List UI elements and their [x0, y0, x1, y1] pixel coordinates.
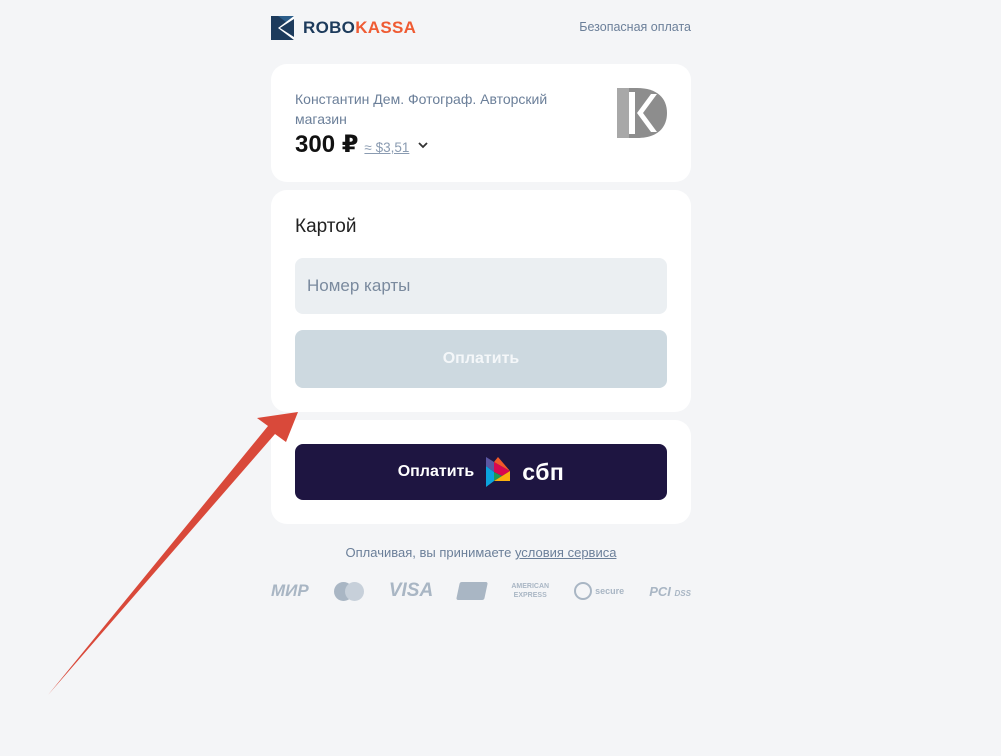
- unionpay-icon: [456, 582, 489, 600]
- robokassa-logo[interactable]: ROBOKASSA: [271, 16, 416, 40]
- pci-dss-logo: PCI DSS: [649, 583, 691, 599]
- terms-text: Оплачивая, вы принимаете условия сервиса: [271, 545, 691, 560]
- robokassa-mark-icon: [271, 16, 294, 40]
- header: ROBOKASSA Безопасная оплата: [271, 14, 691, 42]
- robokassa-wordmark: ROBOKASSA: [303, 18, 417, 37]
- chevron-down-icon[interactable]: [417, 139, 429, 151]
- merchant-name: Константин Дем. Фотограф. Авторский мага…: [295, 91, 548, 127]
- sbp-brand-text: сбп: [522, 458, 565, 485]
- amount: 300 ₽: [295, 131, 359, 158]
- visa-logo: VISA: [388, 580, 434, 601]
- sbp-card: Оплатить сбп: [271, 420, 691, 524]
- secure-logo: secure: [574, 582, 624, 600]
- mir-logo: МИР: [271, 581, 309, 600]
- terms-prefix: Оплачивая, вы принимаете: [345, 545, 515, 560]
- merchant-card: Константин Дем. Фотограф. Авторский мага…: [271, 64, 691, 182]
- mastercard-icon: [333, 581, 364, 601]
- sbp-pay-label: Оплатить: [397, 463, 475, 480]
- sbp-logo-icon: [486, 457, 511, 487]
- sbp-pay-button[interactable]: Оплатить сбп: [295, 444, 667, 500]
- pay-button[interactable]: Оплатить: [295, 330, 667, 388]
- terms-link[interactable]: условия сервиса: [515, 545, 617, 560]
- secure-payment-link[interactable]: Безопасная оплата: [579, 20, 691, 34]
- form-title: Картой: [295, 216, 357, 237]
- amount-row: 300 ₽ ≈ $3,51: [295, 130, 429, 159]
- payment-logos: МИР VISA AMERICAN EXPRESS secure PCI DSS: [271, 578, 691, 604]
- amount-usd-link[interactable]: ≈ $3,51: [364, 140, 409, 155]
- card-number-input[interactable]: [295, 258, 667, 314]
- merchant-logo-icon: [617, 88, 667, 138]
- amex-logo: AMERICAN EXPRESS: [511, 583, 550, 599]
- card-payment-form: Картой Оплатить: [271, 190, 691, 412]
- lock-icon: [574, 582, 593, 600]
